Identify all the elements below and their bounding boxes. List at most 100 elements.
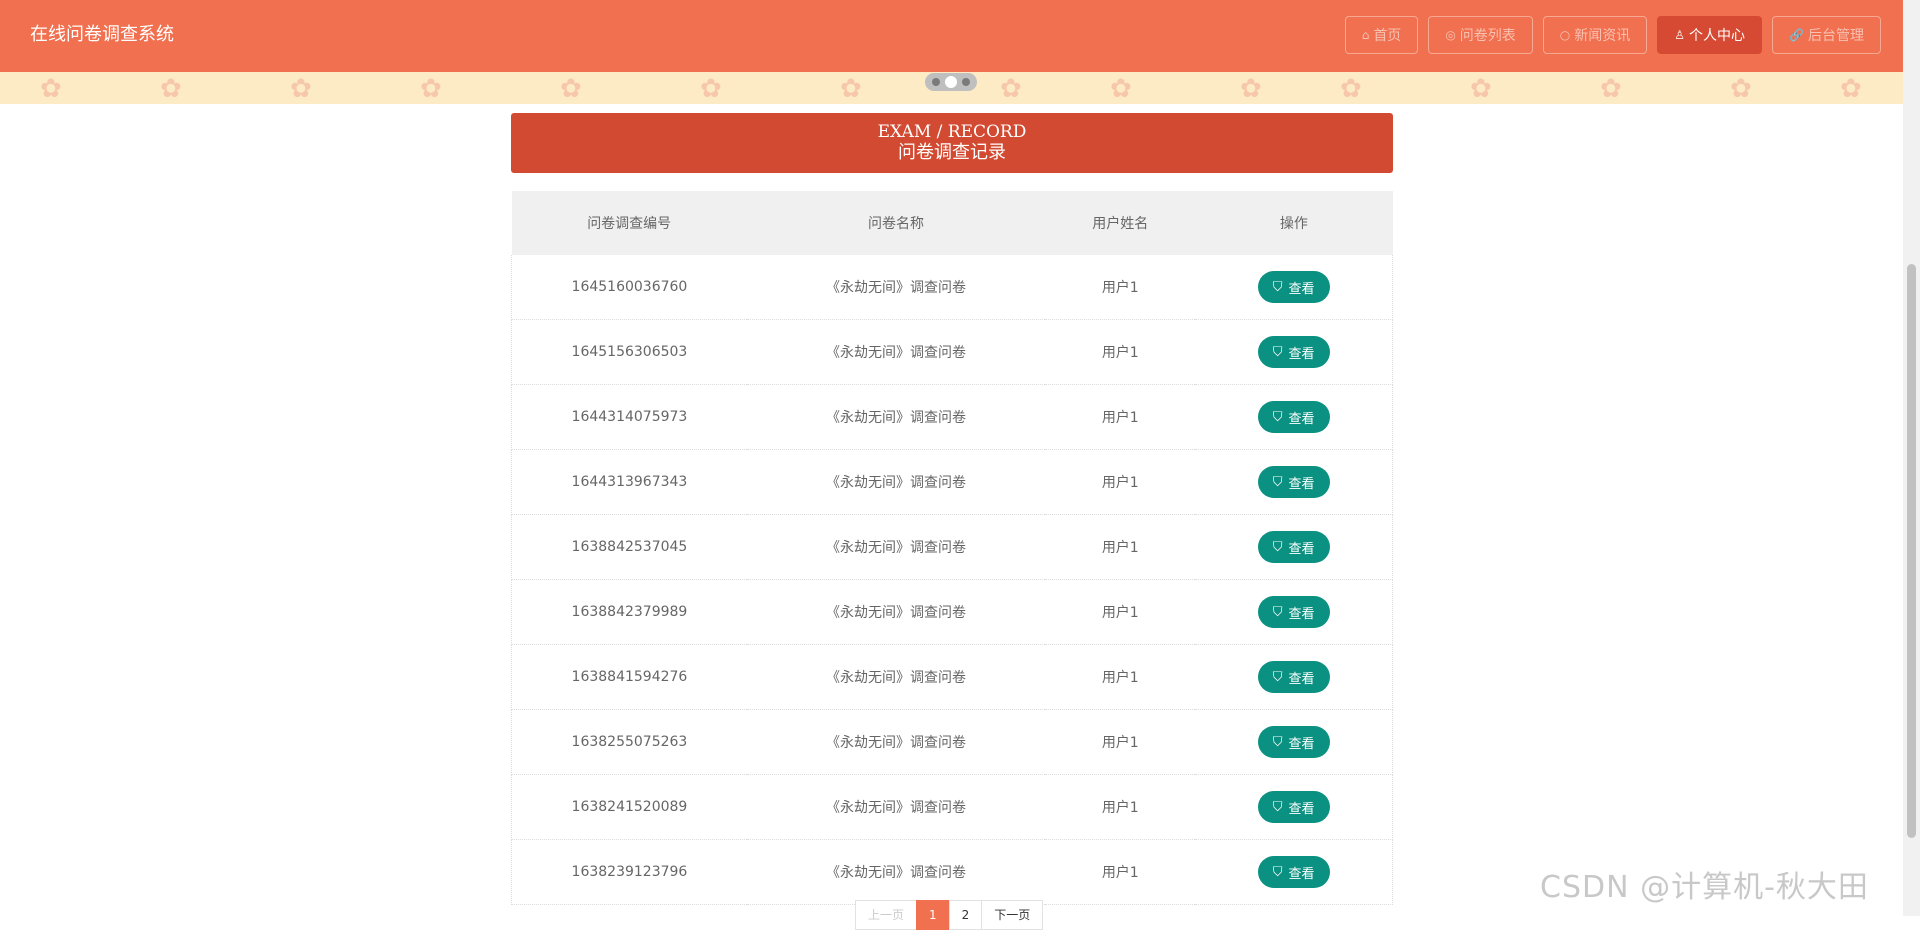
nav-label: 个人中心 [1689, 28, 1746, 44]
flower-decoration-icon: ✿ [420, 74, 442, 104]
nav-home-button[interactable]: ⌂ 首页 [1344, 16, 1419, 54]
flower-decoration-icon: ✿ [1730, 74, 1752, 104]
table-row: 1645156306503 《永劫无间》调查问卷 用户1 ⛉ 查看 [510, 319, 1394, 385]
view-record-button[interactable]: ⛉ 查看 [1257, 791, 1330, 823]
carousel-dot[interactable] [932, 78, 940, 86]
flower-decoration-icon: ✿ [700, 74, 722, 104]
user-name-cell: 用户1 [1045, 514, 1196, 580]
table-header-row: 问卷调查编号 问卷名称 用户姓名 操作 [511, 191, 1393, 255]
view-button-label: 查看 [1288, 866, 1315, 882]
user-name-cell: 用户1 [1045, 774, 1196, 840]
view-button-label: 查看 [1288, 736, 1315, 752]
shield-check-icon: ⛉ [1272, 669, 1283, 685]
nav-label: 新闻资讯 [1574, 28, 1631, 44]
view-record-button[interactable]: ⛉ 查看 [1257, 271, 1330, 303]
nav-label: 问卷列表 [1459, 28, 1516, 44]
column-header-user: 用户姓名 [1045, 191, 1196, 255]
survey-name-cell: 《永劫无间》调查问卷 [746, 514, 1046, 580]
view-button-label: 查看 [1288, 281, 1315, 297]
action-cell: ⛉ 查看 [1195, 709, 1394, 775]
view-button-label: 查看 [1288, 671, 1315, 687]
prev-page-button[interactable]: 上一页 [855, 900, 918, 930]
flower-decoration-icon: ✿ [160, 74, 182, 104]
flower-decoration-icon: ✿ [840, 74, 862, 104]
record-id-cell: 1638842537045 [510, 514, 747, 580]
table-row: 1638255075263 《永劫无间》调查问卷 用户1 ⛉ 查看 [510, 709, 1394, 775]
view-record-button[interactable]: ⛉ 查看 [1257, 856, 1330, 888]
watermark: CSDN @计算机-秋大田 [1540, 870, 1869, 905]
user-name-cell: 用户1 [1045, 579, 1196, 645]
table-row: 1638239123796 《永劫无间》调查问卷 用户1 ⛉ 查看 [510, 839, 1394, 905]
survey-name-cell: 《永劫无间》调查问卷 [746, 709, 1046, 775]
shield-check-icon: ⛉ [1272, 734, 1283, 750]
action-cell: ⛉ 查看 [1195, 319, 1394, 385]
action-cell: ⛉ 查看 [1195, 255, 1394, 320]
news-icon: ○ [1559, 28, 1571, 42]
view-record-button[interactable]: ⛉ 查看 [1257, 661, 1330, 693]
table-row: 1638842379989 《永劫无间》调查问卷 用户1 ⛉ 查看 [510, 579, 1394, 645]
action-cell: ⛉ 查看 [1195, 384, 1394, 450]
survey-name-cell: 《永劫无间》调查问卷 [746, 644, 1046, 710]
user-name-cell: 用户1 [1045, 839, 1196, 905]
survey-name-cell: 《永劫无间》调查问卷 [746, 255, 1046, 320]
user-name-cell: 用户1 [1045, 319, 1196, 385]
shield-check-icon: ⛉ [1272, 279, 1283, 295]
table-row: 1638841594276 《永劫无间》调查问卷 用户1 ⛉ 查看 [510, 644, 1394, 710]
action-cell: ⛉ 查看 [1195, 644, 1394, 710]
view-record-button[interactable]: ⛉ 查看 [1257, 726, 1330, 758]
vertical-scrollbar[interactable] [1903, 0, 1920, 916]
link-icon: 🔗 [1789, 28, 1804, 42]
view-button-label: 查看 [1288, 801, 1315, 817]
flower-decoration-icon: ✿ [40, 74, 62, 104]
table-row: 1638241520089 《永劫无间》调查问卷 用户1 ⛉ 查看 [510, 774, 1394, 840]
column-header-id: 问卷调查编号 [511, 191, 747, 255]
view-record-button[interactable]: ⛉ 查看 [1257, 531, 1330, 563]
carousel-dot[interactable] [962, 78, 970, 86]
site-brand[interactable]: 在线问卷调查系统 [30, 0, 174, 72]
next-page-button[interactable]: 下一页 [981, 900, 1044, 930]
flower-decoration-icon: ✿ [1110, 74, 1132, 104]
nav-news-button[interactable]: ○ 新闻资讯 [1542, 16, 1648, 54]
column-header-name: 问卷名称 [746, 191, 1046, 255]
view-record-button[interactable]: ⛉ 查看 [1257, 596, 1330, 628]
action-cell: ⛉ 查看 [1195, 774, 1394, 840]
view-button-label: 查看 [1288, 606, 1315, 622]
nav-link-button[interactable]: 🔗 后台管理 [1772, 16, 1881, 54]
pagination: 上一页 1 2 下一页 [855, 900, 1044, 930]
main-nav: ⌂ 首页 ◎ 问卷列表 ○ 新闻资讯 ♙ 个人中心 🔗 后台管理 [1344, 16, 1881, 54]
view-button-label: 查看 [1288, 346, 1315, 362]
shield-check-icon: ⛉ [1272, 474, 1283, 490]
record-id-cell: 1644314075973 [510, 384, 747, 450]
flower-decoration-icon: ✿ [1340, 74, 1362, 104]
view-button-label: 查看 [1288, 476, 1315, 492]
nav-user-button[interactable]: ♙ 个人中心 [1657, 16, 1763, 54]
shield-check-icon: ⛉ [1272, 344, 1283, 360]
view-record-button[interactable]: ⛉ 查看 [1257, 336, 1330, 368]
carousel-dot-active[interactable] [945, 76, 957, 88]
top-navigation-bar: 在线问卷调查系统 ⌂ 首页 ◎ 问卷列表 ○ 新闻资讯 ♙ 个人中心 🔗 后台管理 [0, 0, 1903, 72]
nav-list-button[interactable]: ◎ 问卷列表 [1428, 16, 1533, 54]
view-button-label: 查看 [1288, 541, 1315, 557]
flower-decoration-icon: ✿ [1240, 74, 1262, 104]
section-title-cn: 问卷调查记录 [898, 142, 1006, 163]
user-icon: ♙ [1674, 28, 1686, 42]
table-row: 1644314075973 《永劫无间》调查问卷 用户1 ⛉ 查看 [510, 384, 1394, 450]
nav-label: 后台管理 [1808, 28, 1864, 44]
view-button-label: 查看 [1288, 411, 1315, 427]
flower-decoration-icon: ✿ [1000, 74, 1022, 104]
record-id-cell: 1638841594276 [510, 644, 747, 710]
user-name-cell: 用户1 [1045, 384, 1196, 450]
survey-name-cell: 《永劫无间》调查问卷 [746, 449, 1046, 515]
view-record-button[interactable]: ⛉ 查看 [1257, 466, 1330, 498]
survey-name-cell: 《永劫无间》调查问卷 [746, 319, 1046, 385]
survey-name-cell: 《永劫无间》调查问卷 [746, 839, 1046, 905]
records-table: 问卷调查编号 问卷名称 用户姓名 操作 1645160036760 《永劫无间》调… [510, 191, 1394, 905]
record-id-cell: 1638842379989 [510, 579, 747, 645]
page-1-button[interactable]: 1 [916, 900, 950, 930]
scrollbar-thumb[interactable] [1907, 264, 1916, 838]
record-id-cell: 1638255075263 [510, 709, 747, 775]
view-record-button[interactable]: ⛉ 查看 [1257, 401, 1330, 433]
record-id-cell: 1645156306503 [510, 319, 747, 385]
column-header-action: 操作 [1195, 191, 1393, 255]
page-2-button[interactable]: 2 [948, 900, 983, 930]
